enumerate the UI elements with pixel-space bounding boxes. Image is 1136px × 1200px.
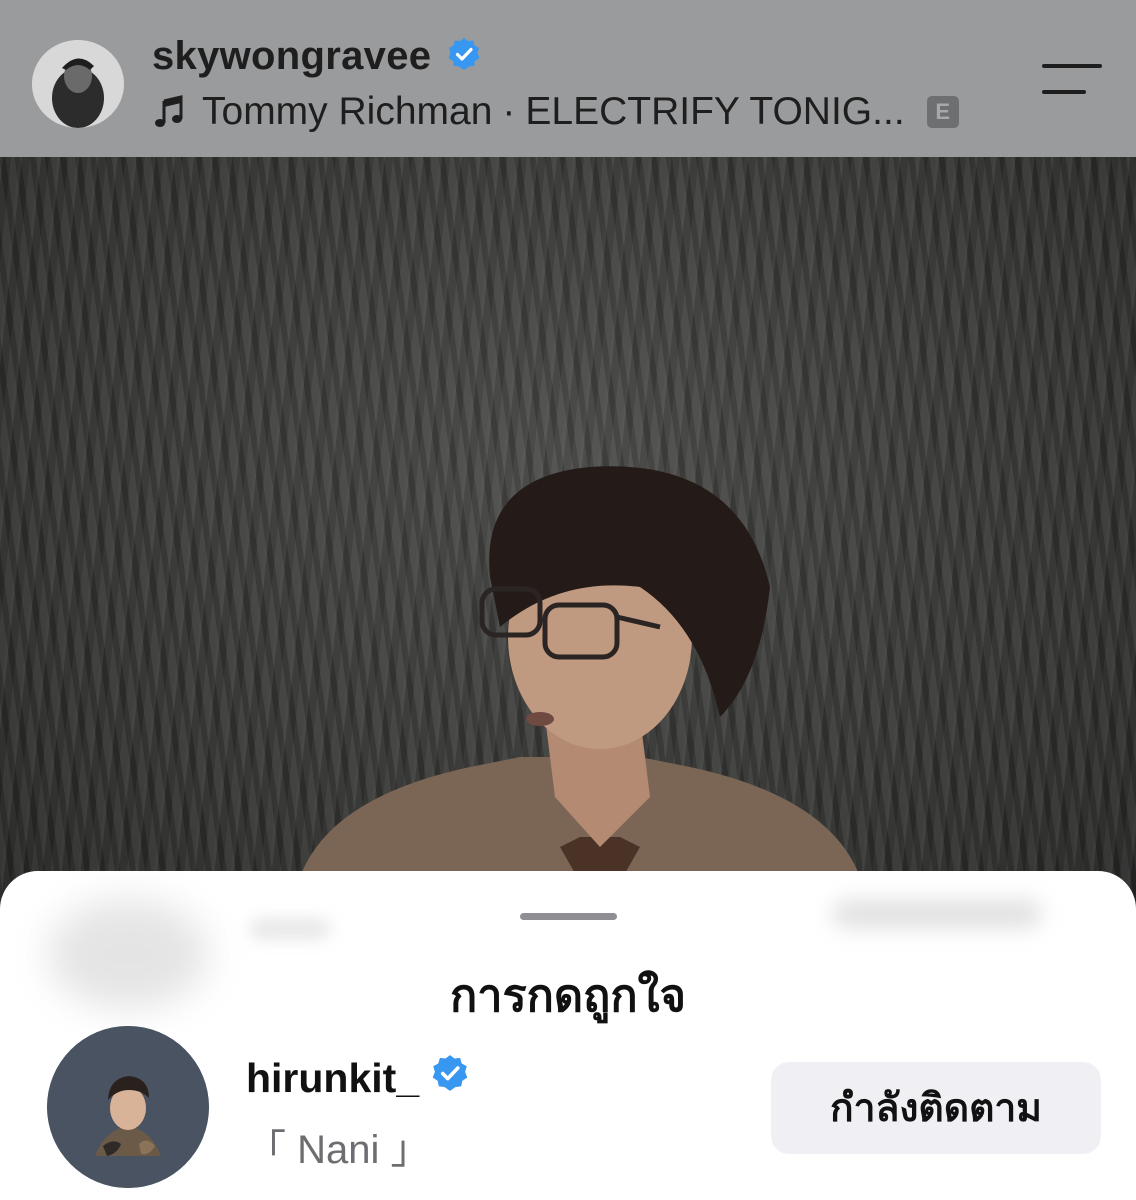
explicit-badge: E bbox=[926, 96, 959, 128]
person-photo bbox=[300, 466, 860, 917]
music-artist: Tommy Richman bbox=[202, 90, 493, 133]
blurred-background-text bbox=[832, 899, 1042, 929]
music-title: ELECTRIFY TONIG... bbox=[525, 90, 905, 133]
story-photo[interactable] bbox=[0, 157, 1136, 917]
blurred-background-text bbox=[250, 919, 330, 939]
liker-username[interactable]: hirunkit_ bbox=[246, 1054, 469, 1102]
menu-icon[interactable] bbox=[1040, 60, 1104, 100]
sheet-grabber[interactable] bbox=[520, 913, 617, 920]
sheet-title: การกดถูกใจ bbox=[450, 970, 686, 1021]
music-note-icon bbox=[155, 95, 183, 127]
verified-badge-icon bbox=[431, 1054, 469, 1102]
verified-badge-icon bbox=[447, 36, 481, 81]
story-username[interactable]: skywongravee bbox=[152, 34, 481, 81]
following-button[interactable]: กำลังติดตาม bbox=[771, 1062, 1101, 1154]
likes-sheet: การกดถูกใจ hirunkit_ 「 Nani 」 กำลังติดตา… bbox=[0, 871, 1136, 1200]
liker-avatar[interactable] bbox=[47, 1026, 209, 1188]
music-info[interactable]: Tommy Richman · ELECTRIFY TONIG... E bbox=[152, 88, 959, 136]
liker-display-name: 「 Nani 」 bbox=[246, 1128, 431, 1172]
profile-avatar[interactable] bbox=[32, 40, 124, 128]
music-separator: · bbox=[502, 90, 516, 133]
story-header: skywongravee Tommy Richman · ELECTRIFY T… bbox=[0, 0, 1136, 157]
